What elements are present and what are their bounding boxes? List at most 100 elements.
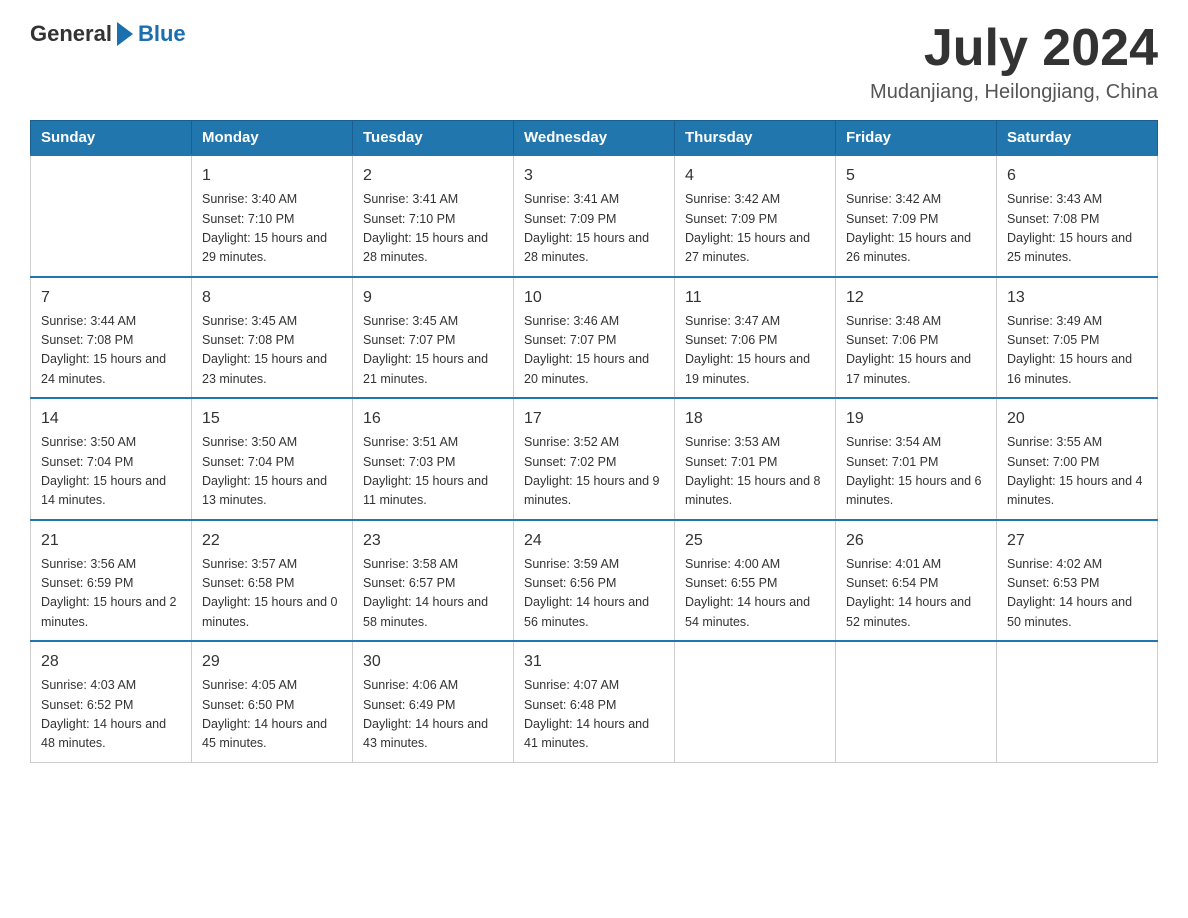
daylight-text: Daylight: 15 hours and 27 minutes. <box>685 231 810 264</box>
day-number: 8 <box>202 286 342 310</box>
day-info: Sunrise: 3:43 AMSunset: 7:08 PMDaylight:… <box>1007 190 1147 268</box>
daylight-text: Daylight: 15 hours and 29 minutes. <box>202 231 327 264</box>
calendar-header-row: Sunday Monday Tuesday Wednesday Thursday… <box>31 121 1158 156</box>
day-number: 3 <box>524 164 664 188</box>
calendar-cell-w4-d3: 23Sunrise: 3:58 AMSunset: 6:57 PMDayligh… <box>353 520 514 642</box>
calendar-cell-w4-d4: 24Sunrise: 3:59 AMSunset: 6:56 PMDayligh… <box>514 520 675 642</box>
day-info: Sunrise: 4:02 AMSunset: 6:53 PMDaylight:… <box>1007 555 1147 633</box>
sunset-text: Sunset: 7:10 PM <box>363 212 455 226</box>
daylight-text: Daylight: 15 hours and 8 minutes. <box>685 474 821 507</box>
daylight-text: Daylight: 15 hours and 16 minutes. <box>1007 352 1132 385</box>
day-info: Sunrise: 4:03 AMSunset: 6:52 PMDaylight:… <box>41 676 181 754</box>
day-number: 14 <box>41 407 181 431</box>
col-monday: Monday <box>192 121 353 156</box>
day-info: Sunrise: 3:45 AMSunset: 7:07 PMDaylight:… <box>363 312 503 390</box>
sunset-text: Sunset: 7:03 PM <box>363 455 455 469</box>
sunrise-text: Sunrise: 3:42 AM <box>685 192 780 206</box>
day-info: Sunrise: 3:57 AMSunset: 6:58 PMDaylight:… <box>202 555 342 633</box>
col-wednesday: Wednesday <box>514 121 675 156</box>
daylight-text: Daylight: 15 hours and 19 minutes. <box>685 352 810 385</box>
day-info: Sunrise: 4:01 AMSunset: 6:54 PMDaylight:… <box>846 555 986 633</box>
sunrise-text: Sunrise: 3:46 AM <box>524 314 619 328</box>
sunset-text: Sunset: 7:07 PM <box>363 333 455 347</box>
daylight-text: Daylight: 14 hours and 48 minutes. <box>41 717 166 750</box>
day-info: Sunrise: 3:51 AM Sunset: 7:03 PM Daylight:… <box>363 433 503 511</box>
sunset-text: Sunset: 6:55 PM <box>685 576 777 590</box>
calendar-cell-w4-d6: 26Sunrise: 4:01 AMSunset: 6:54 PMDayligh… <box>836 520 997 642</box>
sunset-text: Sunset: 7:06 PM <box>685 333 777 347</box>
sunset-text: Sunset: 6:59 PM <box>41 576 133 590</box>
logo-arrow-icon <box>113 20 137 48</box>
calendar-cell-w3-d4: 17Sunrise: 3:52 AMSunset: 7:02 PMDayligh… <box>514 398 675 520</box>
day-info: Sunrise: 3:59 AMSunset: 6:56 PMDaylight:… <box>524 555 664 633</box>
sunrise-text: Sunrise: 3:41 AM <box>524 192 619 206</box>
logo-general-text: General <box>30 21 112 47</box>
sunrise-text: Sunrise: 3:53 AM <box>685 435 780 449</box>
sunrise-text: Sunrise: 3:55 AM <box>1007 435 1102 449</box>
calendar-cell-w3-d3: 16Sunrise: 3:51 AMSunset: 7:03 PMDayligh… <box>353 398 514 520</box>
day-number: 31 <box>524 650 664 674</box>
daylight-text: Daylight: 15 hours and 6 minutes. <box>846 474 982 507</box>
daylight-text: Daylight: 14 hours and 54 minutes. <box>685 595 810 628</box>
sunrise-text: Sunrise: 3:51 AM <box>363 435 458 449</box>
page-header: General Blue July 2024 Mudanjiang, Heilo… <box>30 20 1158 104</box>
daylight-text: Daylight: 15 hours and 13 minutes. <box>202 474 327 507</box>
daylight-text: Daylight: 14 hours and 52 minutes. <box>846 595 971 628</box>
day-info: Sunrise: 4:06 AM Sunset: 6:49 PM Daylight:… <box>363 676 503 754</box>
col-saturday: Saturday <box>997 121 1158 156</box>
daylight-text: Daylight: 14 hours and 56 minutes. <box>524 595 649 628</box>
daylight-text: Daylight: 15 hours and 20 minutes. <box>524 352 649 385</box>
daylight-text: Daylight: 14 hours and 43 minutes. <box>363 717 488 750</box>
calendar-cell-w4-d7: 27Sunrise: 4:02 AMSunset: 6:53 PMDayligh… <box>997 520 1158 642</box>
day-number: 11 <box>685 286 825 310</box>
day-number: 24 <box>524 529 664 553</box>
sunrise-text: Sunrise: 3:45 AM <box>363 314 458 328</box>
daylight-text: Daylight: 15 hours and 28 minutes. <box>363 231 488 264</box>
sunrise-text: Sunrise: 3:40 AM <box>202 192 297 206</box>
daylight-text: Daylight: 15 hours and 9 minutes. <box>524 474 660 507</box>
day-number: 27 <box>1007 529 1147 553</box>
day-number: 22 <box>202 529 342 553</box>
day-info: Sunrise: 3:50 AMSunset: 7:04 PMDaylight:… <box>41 433 181 511</box>
sunset-text: Sunset: 7:09 PM <box>846 212 938 226</box>
col-friday: Friday <box>836 121 997 156</box>
calendar-table: Sunday Monday Tuesday Wednesday Thursday… <box>30 120 1158 763</box>
daylight-text: Daylight: 15 hours and 25 minutes. <box>1007 231 1132 264</box>
sunrise-text: Sunrise: 3:57 AM <box>202 557 297 571</box>
calendar-cell-w2-d5: 11Sunrise: 3:47 AMSunset: 7:06 PMDayligh… <box>675 277 836 399</box>
day-number: 15 <box>202 407 342 431</box>
sunset-text: Sunset: 7:04 PM <box>41 455 133 469</box>
sunrise-text: Sunrise: 4:02 AM <box>1007 557 1102 571</box>
daylight-text: Daylight: 15 hours and 11 minutes. <box>363 474 488 507</box>
sunrise-text: Sunrise: 3:50 AM <box>202 435 297 449</box>
sunrise-text: Sunrise: 3:54 AM <box>846 435 941 449</box>
sunrise-text: Sunrise: 3:41 AM <box>363 192 458 206</box>
calendar-cell-w4-d5: 25Sunrise: 4:00 AMSunset: 6:55 PMDayligh… <box>675 520 836 642</box>
day-number: 1 <box>202 164 342 188</box>
sunset-text: Sunset: 6:49 PM <box>363 698 455 712</box>
calendar-cell-w2-d7: 13Sunrise: 3:49 AMSunset: 7:05 PMDayligh… <box>997 277 1158 399</box>
daylight-text: Daylight: 15 hours and 26 minutes. <box>846 231 971 264</box>
day-info: Sunrise: 3:50 AMSunset: 7:04 PMDaylight:… <box>202 433 342 511</box>
sunset-text: Sunset: 7:09 PM <box>524 212 616 226</box>
day-number: 5 <box>846 164 986 188</box>
sunset-text: Sunset: 7:01 PM <box>685 455 777 469</box>
daylight-text: Daylight: 15 hours and 23 minutes. <box>202 352 327 385</box>
sunset-text: Sunset: 7:10 PM <box>202 212 294 226</box>
day-info: Sunrise: 3:54 AM Sunset: 7:01 PM Daylight:… <box>846 433 986 511</box>
sunrise-text: Sunrise: 3:56 AM <box>41 557 136 571</box>
day-info: Sunrise: 3:48 AMSunset: 7:06 PMDaylight:… <box>846 312 986 390</box>
day-number: 23 <box>363 529 503 553</box>
title-block: July 2024 Mudanjiang, Heilongjiang, Chin… <box>870 20 1158 104</box>
sunset-text: Sunset: 7:01 PM <box>846 455 938 469</box>
day-info: Sunrise: 3:41 AM Sunset: 7:10 PM Daylight:… <box>363 190 503 268</box>
calendar-cell-w5-d4: 31Sunrise: 4:07 AMSunset: 6:48 PMDayligh… <box>514 641 675 762</box>
day-number: 30 <box>363 650 503 674</box>
logo-blue-text: Blue <box>138 21 186 47</box>
day-info: Sunrise: 4:00 AMSunset: 6:55 PMDaylight:… <box>685 555 825 633</box>
day-info: Sunrise: 4:05 AMSunset: 6:50 PMDaylight:… <box>202 676 342 754</box>
sunrise-text: Sunrise: 4:06 AM <box>363 678 458 692</box>
sunrise-text: Sunrise: 3:52 AM <box>524 435 619 449</box>
calendar-cell-w3-d7: 20Sunrise: 3:55 AMSunset: 7:00 PMDayligh… <box>997 398 1158 520</box>
sunrise-text: Sunrise: 3:50 AM <box>41 435 136 449</box>
